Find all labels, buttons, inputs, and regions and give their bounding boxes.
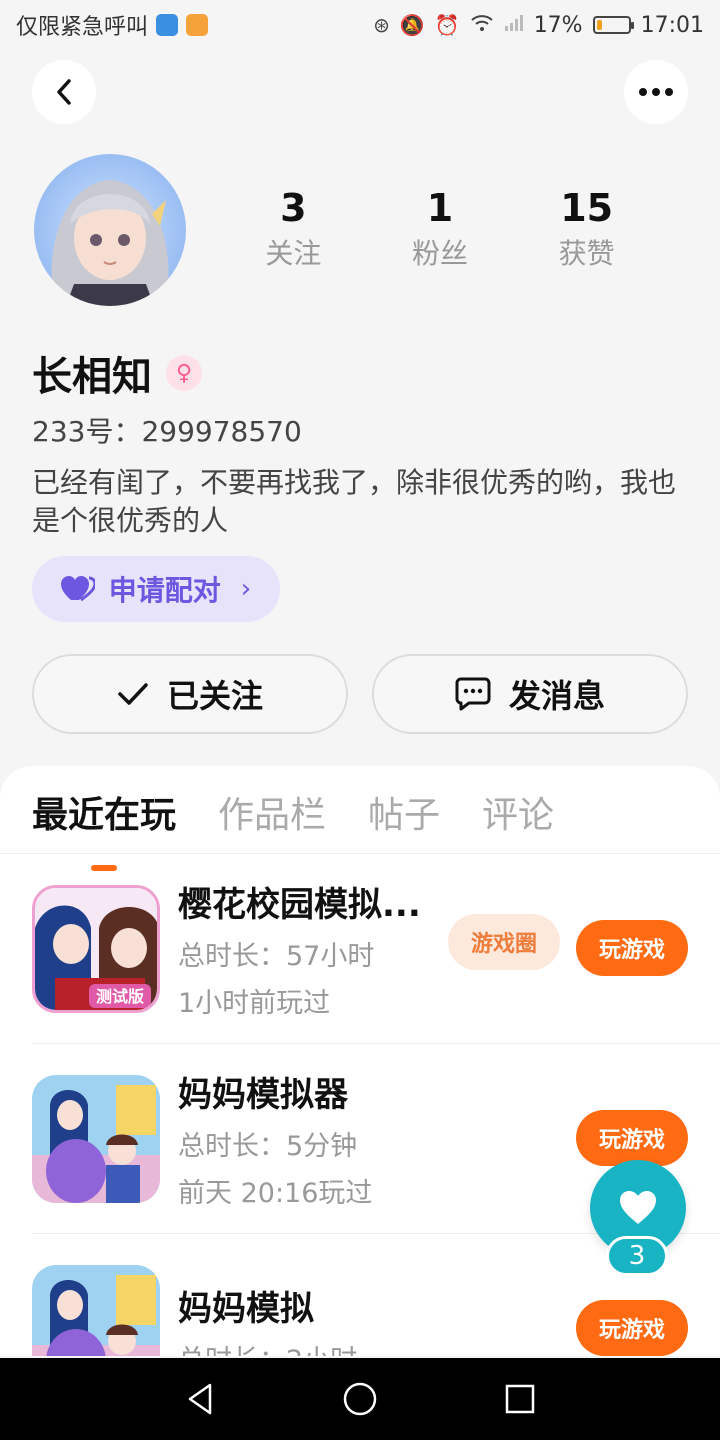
back-button[interactable] bbox=[32, 60, 96, 124]
female-icon: ♀ bbox=[166, 355, 202, 391]
stat-value: 15 bbox=[560, 186, 614, 230]
nav-back-icon[interactable] bbox=[182, 1381, 218, 1417]
game-last-played: 1小时前玩过 bbox=[178, 988, 331, 1019]
game-item[interactable]: 测试版 樱花校园模拟... 总时长：57小时 1小时前玩过 游戏圈 玩游戏 bbox=[32, 854, 720, 1044]
double-heart-icon bbox=[60, 576, 95, 602]
game-duration: 总时长：5分钟 bbox=[178, 1131, 358, 1162]
game-last-played: 前天 20:16玩过 bbox=[178, 1178, 373, 1209]
heart-icon bbox=[620, 1191, 656, 1224]
game-info: 妈妈模拟 总时长：2小时 bbox=[178, 1281, 357, 1356]
send-message-button[interactable]: 发消息 bbox=[372, 654, 688, 734]
play-game-button[interactable]: 玩游戏 bbox=[576, 920, 688, 976]
nav-recents-icon[interactable] bbox=[502, 1381, 538, 1417]
more-dots-icon bbox=[639, 88, 673, 96]
game-info: 妈妈模拟器 总时长：5分钟 前天 20:16玩过 bbox=[178, 1067, 372, 1210]
stat-label: 关注 bbox=[265, 237, 322, 270]
play-game-button[interactable]: 玩游戏 bbox=[576, 1300, 688, 1356]
game-icon bbox=[32, 1074, 160, 1203]
stat-likes[interactable]: 15 获赞 bbox=[517, 186, 657, 272]
nfc-icon: ⊛ bbox=[373, 13, 390, 37]
check-icon bbox=[118, 683, 148, 705]
status-left: 仅限紧急呼叫 bbox=[16, 9, 209, 41]
user-id: 233号：299978570 bbox=[32, 415, 302, 448]
tab-posts[interactable]: 帖子 bbox=[368, 786, 440, 853]
battery-percent: 17% bbox=[533, 12, 583, 38]
tab-recent[interactable]: 最近在玩 bbox=[32, 786, 176, 871]
status-bar: 仅限紧急呼叫 ⊛ 🔕 ⏰ 17% 17:01 bbox=[0, 0, 720, 50]
stat-value: 1 bbox=[426, 186, 454, 230]
clock: 17:01 bbox=[640, 12, 704, 38]
nav-home-icon[interactable] bbox=[342, 1381, 378, 1417]
game-duration: 总时长：2小时 bbox=[178, 1338, 357, 1356]
stat-following[interactable]: 3 关注 bbox=[223, 186, 363, 272]
system-nav-bar bbox=[0, 1358, 720, 1440]
play-icon bbox=[186, 14, 209, 36]
avatar-image bbox=[34, 154, 186, 306]
game-duration: 总时长：57小时 bbox=[178, 941, 375, 972]
pair-request-button[interactable]: 申请配对 › bbox=[32, 556, 280, 622]
stat-value: 3 bbox=[280, 186, 307, 230]
profile-stats: 3 关注 1 粉丝 15 获赞 bbox=[220, 186, 660, 272]
play-game-button[interactable]: 玩游戏 bbox=[576, 1110, 688, 1166]
chevron-right-icon: › bbox=[240, 574, 252, 604]
name-row: 长相知 ♀ bbox=[32, 344, 202, 402]
shield-icon bbox=[156, 14, 179, 36]
avatar[interactable] bbox=[34, 154, 186, 306]
status-right: ⊛ 🔕 ⏰ 17% 17:01 bbox=[373, 13, 704, 38]
battery-fill bbox=[596, 20, 602, 30]
game-icon: 测试版 bbox=[32, 884, 160, 1013]
game-icon bbox=[32, 1265, 160, 1356]
stat-label: 粉丝 bbox=[411, 237, 468, 270]
stat-followers[interactable]: 1 粉丝 bbox=[370, 186, 510, 272]
chevron-left-icon bbox=[57, 79, 71, 105]
followed-button[interactable]: 已关注 bbox=[32, 654, 348, 734]
battery-icon bbox=[592, 16, 634, 34]
pair-label: 申请配对 bbox=[108, 574, 221, 607]
profile-bio: 已经有闺了，不要再找我了，除非很优秀的哟，我也是个很优秀的人 bbox=[32, 466, 677, 537]
carrier-text: 仅限紧急呼叫 bbox=[16, 15, 149, 40]
svg-text:测试版: 测试版 bbox=[96, 987, 144, 1006]
game-circle-button[interactable]: 游戏圈 bbox=[448, 914, 560, 970]
game-title: 妈妈模拟 bbox=[178, 1289, 314, 1329]
wifi-icon bbox=[470, 13, 494, 37]
alarm-icon: ⏰ bbox=[434, 13, 460, 37]
game-info: 樱花校园模拟... 总时长：57小时 1小时前玩过 bbox=[178, 877, 421, 1020]
floating-count-badge: 3 bbox=[606, 1236, 668, 1276]
tab-bar: 最近在玩 作品栏 帖子 评论 bbox=[0, 766, 720, 871]
game-title: 妈妈模拟器 bbox=[178, 1075, 348, 1115]
mute-icon: 🔕 bbox=[399, 13, 425, 37]
tab-comments[interactable]: 评论 bbox=[482, 786, 554, 853]
game-title: 樱花校园模拟... bbox=[178, 885, 421, 925]
action-row: 已关注 发消息 bbox=[32, 654, 688, 734]
profile-name: 长相知 bbox=[32, 354, 152, 400]
tab-works[interactable]: 作品栏 bbox=[218, 786, 326, 853]
chat-bubble-icon bbox=[455, 677, 491, 711]
stat-label: 获赞 bbox=[558, 237, 615, 270]
signal-icon bbox=[504, 13, 524, 37]
followed-label: 已关注 bbox=[166, 677, 263, 715]
more-button[interactable] bbox=[624, 60, 688, 124]
message-label: 发消息 bbox=[508, 677, 605, 715]
